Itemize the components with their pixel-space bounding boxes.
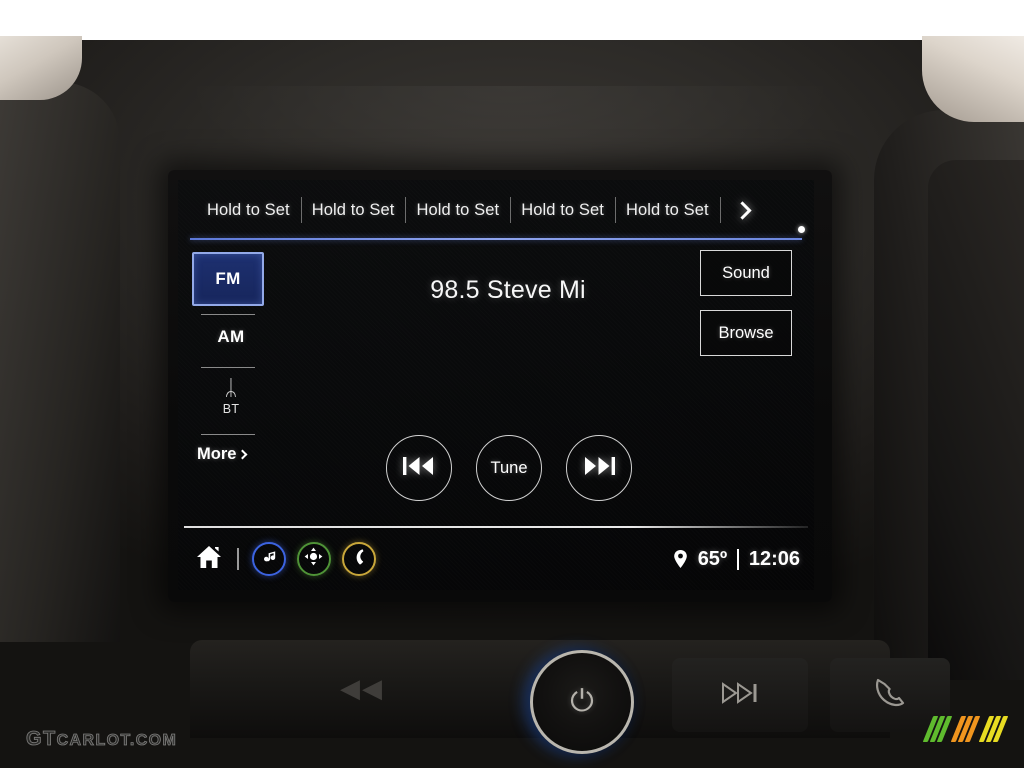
chevron-right-small-icon <box>237 449 248 459</box>
map-pin-icon <box>673 549 688 569</box>
media-shortcut-button[interactable] <box>251 542 286 576</box>
navigation-shortcut-button[interactable] <box>296 542 331 576</box>
clock-time: 12:06 <box>748 547 800 570</box>
preset-button-4[interactable]: Hold to Set <box>510 201 615 220</box>
source-button-fm[interactable]: FM <box>192 252 264 306</box>
source-bluetooth-label: BT <box>222 402 240 416</box>
status-separator <box>737 548 739 570</box>
source-button-bluetooth[interactable]: ᛦ BT <box>192 368 270 426</box>
preset-button-2[interactable]: Hold to Set <box>301 201 406 220</box>
watermark-brand-rest: CARLOT.COM <box>56 732 178 750</box>
sound-button[interactable]: Sound <box>700 250 792 296</box>
site-watermark: GTCARLOT.COM <box>26 728 177 751</box>
screenshot-scene: Hold to Set Hold to Set Hold to Set Hold… <box>0 0 1024 768</box>
power-volume-knob[interactable]: ⏻ <box>530 650 634 754</box>
preset-next-page-button[interactable] <box>720 200 755 220</box>
infotainment-screen: Hold to Set Hold to Set Hold to Set Hold… <box>178 180 814 590</box>
skip-back-icon <box>402 456 436 481</box>
rail-divider-3 <box>201 434 255 435</box>
preset-button-3[interactable]: Hold to Set <box>405 201 510 220</box>
radio-preset-bar: Hold to Set Hold to Set Hold to Set Hold… <box>178 180 814 240</box>
phone-shortcut-button[interactable] <box>341 542 376 576</box>
navigation-compass-icon <box>304 547 323 571</box>
music-note-icon <box>260 548 278 571</box>
dashboard-right-panel <box>928 160 1024 680</box>
bottom-bar-separator <box>237 548 239 570</box>
tune-button-label: Tune <box>490 458 528 477</box>
phone-icon <box>351 548 367 571</box>
browse-button[interactable]: Browse <box>700 310 792 356</box>
tune-button[interactable]: Tune <box>476 435 542 501</box>
hardware-next-track-button[interactable] <box>672 658 808 732</box>
preset-page-indicator-dot <box>798 226 805 233</box>
source-button-am[interactable]: AM <box>192 315 270 359</box>
chevron-right-icon <box>732 200 752 220</box>
source-more-label: More <box>197 445 237 463</box>
dashboard-left-hood <box>0 82 120 642</box>
home-icon <box>195 544 223 575</box>
source-more-button[interactable]: More <box>192 445 270 464</box>
hardware-control-row: ◀◀ ⏻ <box>190 628 950 754</box>
previous-station-button[interactable] <box>386 435 452 501</box>
power-icon: ⏻ <box>570 684 594 719</box>
bottom-bar-shortcuts <box>194 542 376 576</box>
skip-forward-icon <box>720 681 760 709</box>
next-station-button[interactable] <box>566 435 632 501</box>
transport-controls: Tune <box>386 435 632 501</box>
outside-temperature: 65º <box>697 547 728 570</box>
skip-forward-icon <box>582 456 616 481</box>
hardware-previous-button[interactable]: ◀◀ <box>340 674 384 704</box>
audio-source-rail: FM AM ᛦ BT More <box>192 252 270 514</box>
preset-button-5[interactable]: Hold to Set <box>615 201 720 220</box>
now-playing-station: 98.5 Steve Mi <box>430 276 586 304</box>
phone-handset-icon <box>872 676 908 715</box>
watermark-brand-gt: GT <box>26 728 57 751</box>
screen-bottom-bar: 65º 12:06 <box>178 528 814 590</box>
bluetooth-icon: ᛦ <box>224 376 238 401</box>
preset-button-1[interactable]: Hold to Set <box>196 201 301 220</box>
preset-bar-underline <box>190 238 802 240</box>
watermark-stripes-logo <box>922 716 1012 742</box>
status-cluster: 65º 12:06 <box>673 548 800 571</box>
skip-back-icon: ◀◀ <box>340 674 384 704</box>
screen-right-buttons: Sound Browse <box>700 250 792 356</box>
home-button[interactable] <box>194 545 224 573</box>
image-top-white-band <box>0 0 1024 42</box>
